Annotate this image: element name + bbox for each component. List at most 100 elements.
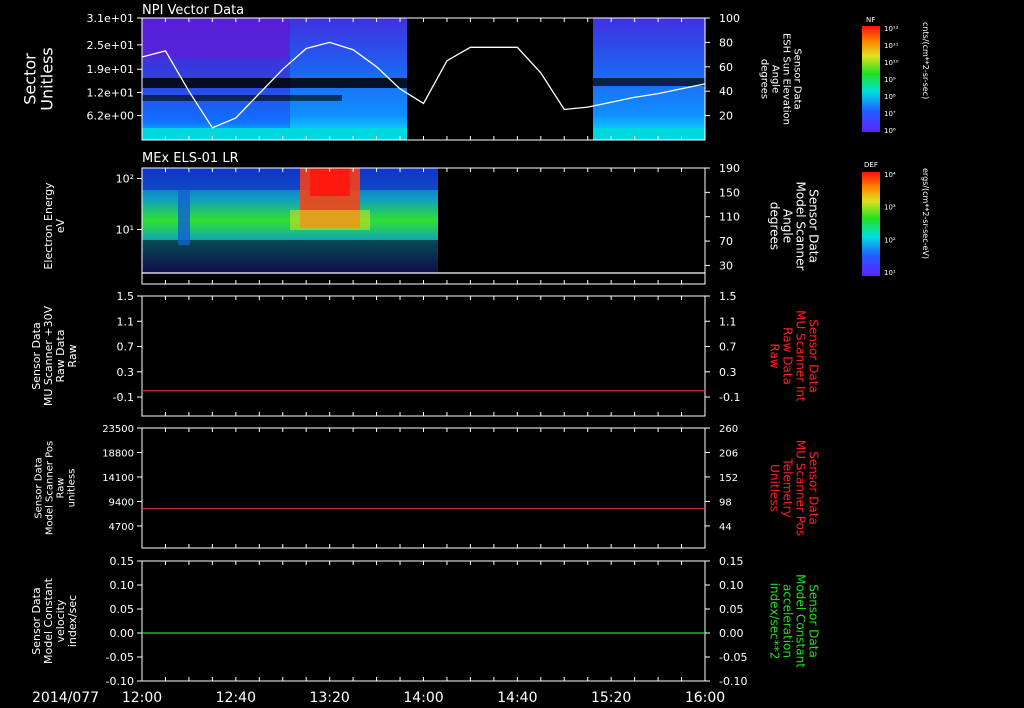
model-constant-right-axis-label: Sensor DataModel Constantaccelerationind… — [768, 574, 821, 668]
colorbar-tick-label: 10¹⁰ — [884, 59, 899, 67]
date-label: 2014/077 — [32, 690, 99, 706]
els-colorbar — [862, 172, 880, 276]
els-left-axis-label: Electron Energy eV — [42, 182, 67, 270]
right-axis-label-line: ESH Sun Elevation — [781, 33, 792, 125]
scanner-raw-left-ticks: 1.5 1.1 0.7 0.3 -0.1 — [113, 290, 706, 416]
colorbar-tick-label: 10² — [884, 236, 896, 244]
npi-cyan-base — [142, 128, 407, 140]
left-tick-label: 1.1 — [117, 315, 135, 328]
npi-gap-band-3 — [593, 78, 705, 86]
right-axis-label-line: degrees — [759, 59, 770, 99]
right-tick-label: 0.00 — [719, 627, 744, 640]
time-tick-label: 14:40 — [497, 690, 537, 706]
right-axis-label-line: MU Scanner Int — [794, 310, 808, 402]
left-tick-label: 1.9e+01 — [87, 63, 134, 76]
els-colorbar-label: DEF — [864, 161, 878, 169]
npi-data-gap — [407, 18, 593, 140]
right-axis-label-line: Model Scanner — [794, 182, 808, 271]
left-tick-label: 10¹ — [116, 223, 134, 236]
left-tick-label: 9400 — [109, 497, 134, 508]
colorbar-tick-label: 10⁸ — [884, 93, 896, 101]
time-axis: 2014/077 12:00 12:40 13:20 14:00 14:40 15:20 1… — [32, 690, 725, 706]
right-tick-label: 40 — [719, 85, 733, 98]
left-tick-label: 1.5 — [117, 290, 135, 303]
els-heat-top — [142, 168, 438, 190]
left-axis-label-line: Raw — [56, 477, 67, 498]
right-tick-label: 30 — [719, 259, 733, 272]
time-tick-label: 12:00 — [122, 690, 162, 706]
right-axis-label-line: degrees — [768, 202, 782, 250]
right-tick-label: 60 — [719, 61, 733, 74]
model-constant-right-ticks: 0.15 0.10 0.05 0.00 -0.05 -0.10 — [705, 555, 747, 688]
right-tick-label: 190 — [719, 162, 740, 175]
left-tick-label: 23500 — [102, 424, 134, 435]
els-warm-band — [290, 210, 370, 230]
npi-right-ticks: 100 80 60 40 20 — [705, 12, 740, 123]
npi-title: NPI Vector Data — [142, 3, 244, 18]
left-axis-label-line: Raw — [66, 344, 79, 367]
npi-gap-band-2 — [142, 95, 342, 101]
scanner-pos-right-ticks: 260 206 152 98 44 — [705, 424, 738, 533]
els-spectrogram — [142, 168, 438, 273]
left-tick-label: -0.1 — [113, 391, 134, 404]
right-axis-label-line: Angle — [781, 209, 795, 243]
right-axis-label-line: Sensor Data — [807, 319, 821, 393]
time-tick-labels: 12:00 12:40 13:20 14:00 14:40 15:20 16:00 — [122, 690, 725, 706]
left-tick-label: 0.3 — [117, 366, 135, 379]
colorbar-tick-label: 10⁹ — [884, 76, 896, 84]
npi-panel: NPI Vector Data 3.1e+01 2.5e+01 1.9e+01 1.2… — [21, 3, 930, 141]
right-tick-label: 0.15 — [719, 555, 744, 568]
right-axis-label-line: Unitless — [768, 464, 782, 512]
left-tick-label: 18800 — [102, 448, 134, 459]
right-axis-label-line: Angle — [770, 65, 781, 93]
chart-canvas: NPI Vector Data 3.1e+01 2.5e+01 1.9e+01 1.2… — [21, 3, 931, 706]
left-tick-label: -0.10 — [106, 675, 134, 688]
right-axis-label-line: Telemetry — [781, 457, 795, 517]
right-axis-label-line: MU Scanner Pos — [794, 440, 808, 536]
els-panel: MEx ELS-01 LR 10² 10¹ 190 150 110 70 30 Elect… — [42, 151, 930, 285]
colorbar-tick-label: 10⁶ — [884, 127, 896, 135]
left-tick-label: 1.2e+01 — [87, 86, 134, 99]
els-title: MEx ELS-01 LR — [142, 151, 239, 166]
right-tick-label: -0.05 — [719, 651, 747, 664]
left-axis-label-line: eV — [54, 218, 67, 233]
model-constant-left-axis-label: Sensor Data Model Constant velocity index/s… — [30, 577, 79, 664]
left-tick-label: 4700 — [109, 522, 134, 533]
right-tick-label: 0.3 — [719, 366, 737, 379]
scanner-pos-left-ticks: 23500 18800 14100 9400 4700 — [102, 424, 706, 548]
els-hot-core — [310, 168, 350, 196]
els-right-ticks: 190 150 110 70 30 — [705, 162, 740, 272]
right-tick-label: 1.1 — [719, 315, 737, 328]
right-axis-label-line: Sensor Data — [807, 451, 821, 525]
right-axis-label-line: Sensor Data — [807, 189, 821, 263]
right-tick-label: 1.5 — [719, 290, 737, 303]
left-tick-label: 10² — [116, 172, 134, 185]
right-tick-label: 260 — [719, 424, 738, 435]
right-axis-label-line: Model Constant — [794, 574, 808, 668]
colorbar-tick-label: 10¹² — [884, 25, 899, 33]
model-constant-left-ticks: 0.15 0.10 0.05 0.00 -0.05 -0.10 — [106, 555, 706, 688]
time-tick-label: 16:00 — [685, 690, 725, 706]
scanner-raw-panel: 1.5 1.1 0.7 0.3 -0.1 1.5 1.1 0.7 0.3 -0.1 Sensor… — [30, 290, 821, 417]
scanner-pos-frame — [141, 427, 706, 549]
colorbar-tick-label: 10⁷ — [884, 110, 896, 118]
els-colorbar-unit: ergs/(cm**2-sr-sec-eV) — [921, 168, 930, 259]
scanner-pos-right-axis-label: Sensor DataMU Scanner PosTelemetryUnitle… — [768, 440, 821, 536]
scanner-raw-frame — [141, 295, 706, 417]
right-tick-label: 80 — [719, 36, 733, 49]
colorbar-tick-label: 10³ — [884, 204, 896, 212]
right-tick-label: 0.7 — [719, 341, 737, 354]
left-tick-label: 0.00 — [110, 627, 135, 640]
time-tick-label: 14:00 — [403, 690, 443, 706]
left-tick-label: 0.05 — [110, 603, 135, 616]
npi-colorbar-ticks: 10¹² 10¹¹ 10¹⁰ 10⁹ 10⁸ 10⁷ 10⁶ — [884, 25, 899, 135]
right-tick-label: 20 — [719, 110, 733, 123]
right-axis-label-line: index/sec**2 — [768, 583, 782, 660]
time-tick-label: 15:20 — [591, 690, 631, 706]
left-tick-label: 14100 — [102, 473, 134, 484]
model-constant-frame — [141, 560, 706, 682]
left-axis-label-line: Sensor Data — [34, 457, 45, 518]
left-tick-label: 2.5e+01 — [87, 39, 134, 52]
right-tick-label: -0.10 — [719, 675, 747, 688]
right-axis-label-line: acceleration — [781, 584, 795, 658]
